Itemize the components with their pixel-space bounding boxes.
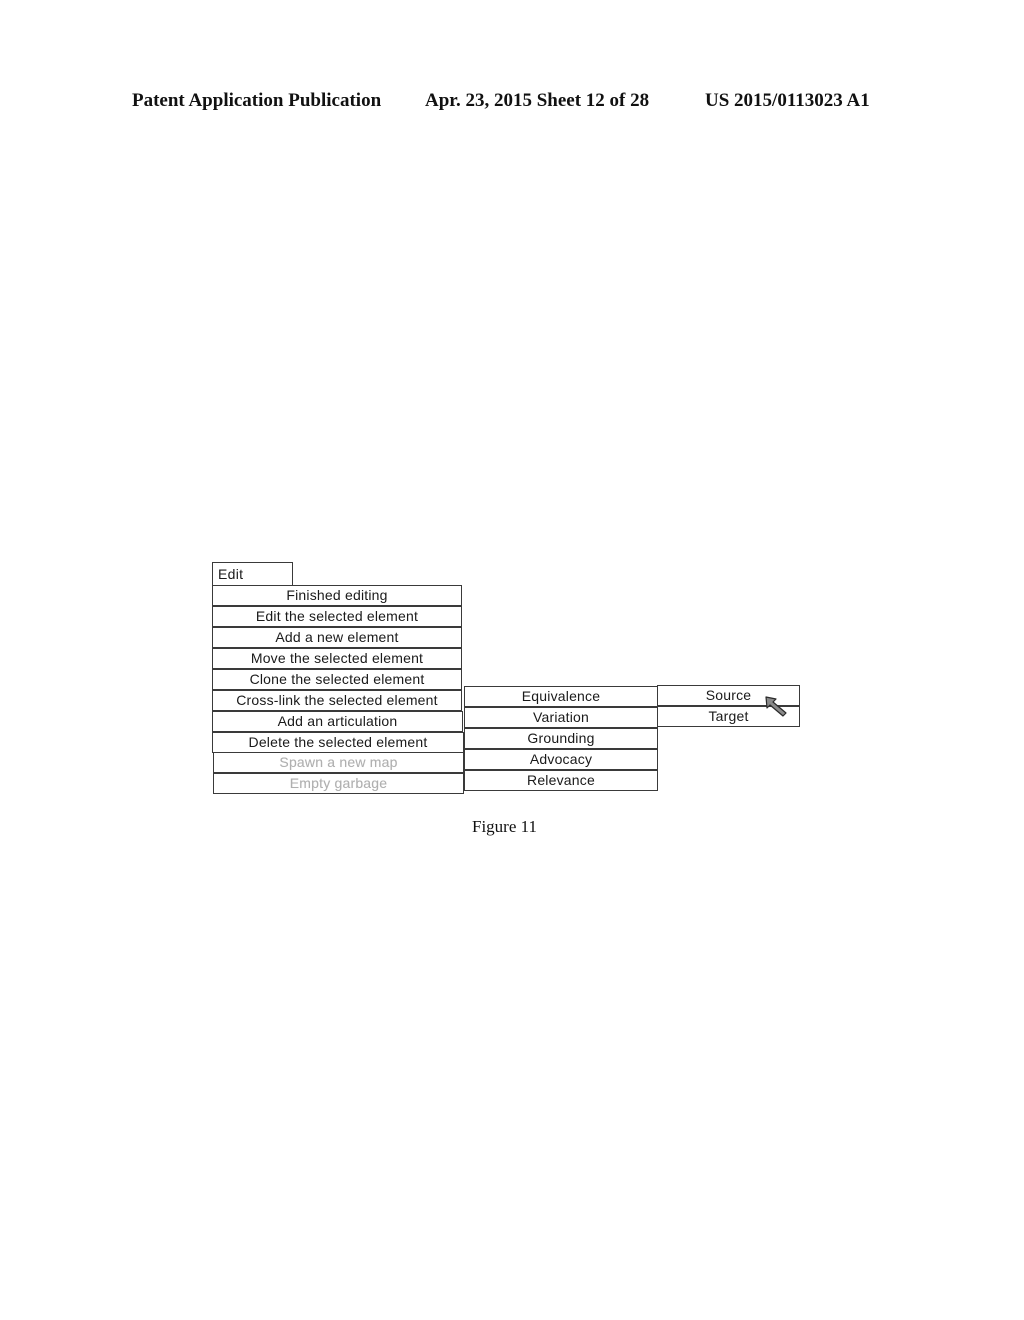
menu-item-delete-selected[interactable]: Delete the selected element [212, 732, 464, 753]
menu-item-edit-selected[interactable]: Edit the selected element [212, 606, 462, 627]
submenu-item-advocacy[interactable]: Advocacy [464, 749, 658, 770]
submenu-item-variation[interactable]: Variation [464, 707, 658, 728]
publication-title: Patent Application Publication [132, 90, 382, 111]
menu-item-add-articulation[interactable]: Add an articulation [212, 711, 463, 732]
menu-item-move-selected[interactable]: Move the selected element [212, 648, 462, 669]
submenu-item-grounding[interactable]: Grounding [464, 728, 658, 749]
publication-date-sheet: Apr. 23, 2015 Sheet 12 of 28 [425, 90, 650, 111]
menu-item-cross-link-selected[interactable]: Cross-link the selected element [212, 690, 462, 711]
menu-item-add-element[interactable]: Add a new element [212, 627, 462, 648]
edit-menu-button[interactable]: Edit [212, 562, 293, 586]
menu-item-clone-selected[interactable]: Clone the selected element [212, 669, 462, 690]
submenu-item-equivalence[interactable]: Equivalence [464, 686, 658, 707]
figure-caption: Figure 11 [472, 817, 538, 836]
menu-item-spawn-map: Spawn a new map [213, 752, 464, 773]
menu-item-empty-garbage: Empty garbage [213, 773, 464, 794]
publication-number: US 2015/0113023 A1 [705, 90, 870, 111]
arrow-pointer-icon [765, 696, 787, 717]
submenu-item-relevance[interactable]: Relevance [464, 770, 658, 791]
menu-item-finished-editing[interactable]: Finished editing [212, 585, 462, 606]
